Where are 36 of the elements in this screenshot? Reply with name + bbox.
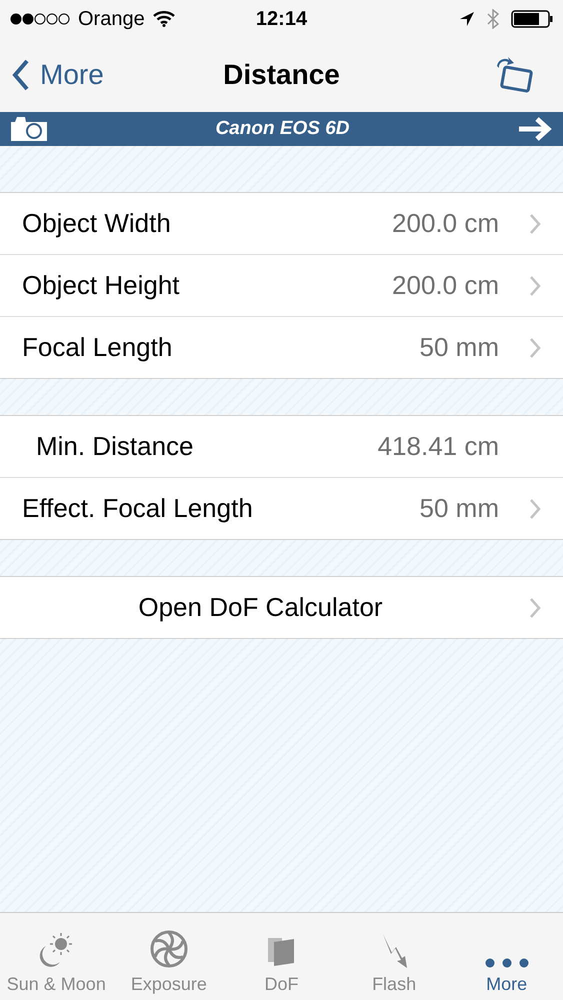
aperture-icon [150, 930, 188, 968]
chevron-icon [529, 336, 541, 358]
signal-icon [10, 13, 72, 25]
camera-name: Canon EOS 6D [215, 118, 350, 140]
clock: 12:14 [256, 8, 308, 30]
arrow-right-icon[interactable] [516, 116, 553, 142]
row-value: 50 mm [420, 332, 499, 363]
tab-item[interactable]: Sun & Moon [0, 913, 113, 1000]
tab-item[interactable]: Exposure [112, 913, 226, 1000]
tab-item[interactable]: More [450, 913, 563, 1000]
row-label: Effect. Focal Length [22, 493, 253, 524]
row-label: Object Width [22, 208, 171, 239]
row-value: 200.0 cm [392, 208, 499, 239]
back-button[interactable]: More [12, 59, 104, 91]
camera-icon[interactable] [10, 116, 48, 142]
screen-title: Distance [223, 59, 340, 91]
bluetooth-icon [487, 9, 499, 29]
location-icon [459, 11, 475, 27]
chevron-icon [529, 274, 541, 296]
chevron-left-icon [12, 59, 30, 91]
row-value: 200.0 cm [392, 270, 499, 301]
row-value: 418.41 cm [378, 431, 499, 462]
row-label: Min. Distance [36, 431, 194, 462]
row-label: Object Height [22, 270, 180, 301]
row-label: Open DoF Calculator [137, 592, 384, 623]
tab-item[interactable]: DoF [225, 913, 338, 1000]
row-value: 50 mm [420, 493, 499, 524]
more-icon [484, 958, 529, 968]
chevron-icon [529, 212, 541, 234]
tab-item[interactable]: Flash [338, 913, 450, 1000]
carrier-name: Orange [78, 8, 145, 30]
chevron-icon [529, 498, 541, 520]
wifi-icon [152, 11, 175, 27]
row-label: Focal Length [22, 332, 172, 363]
battery-icon [511, 10, 553, 28]
chevron-icon [529, 596, 541, 618]
